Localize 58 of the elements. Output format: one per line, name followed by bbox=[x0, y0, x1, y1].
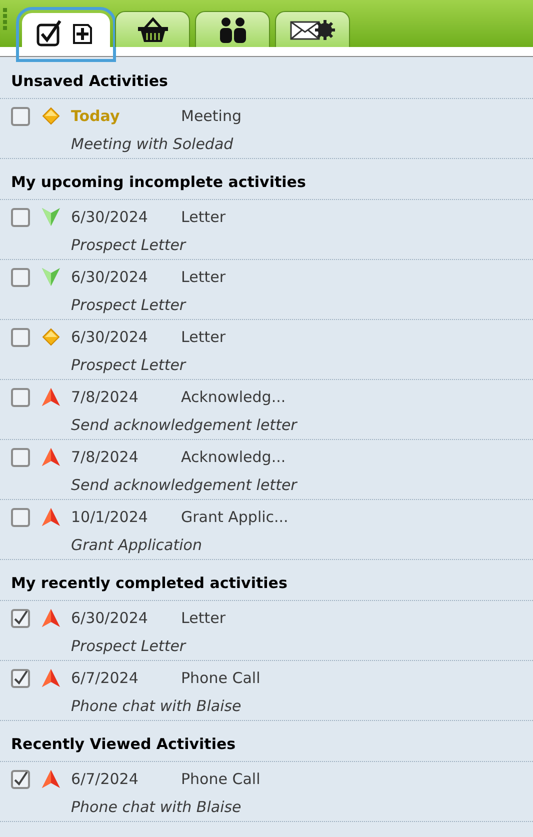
date-text: 10/1/2024 bbox=[71, 506, 149, 528]
activity-type: Letter bbox=[181, 206, 226, 228]
activity-subject: Grant Application bbox=[71, 536, 202, 554]
up-arrow-icon bbox=[40, 608, 60, 628]
activity-subject: Send acknowledgement letter bbox=[71, 476, 297, 494]
checkbox[interactable] bbox=[11, 328, 30, 346]
date-text: 6/30/2024 bbox=[71, 266, 149, 288]
up-arrow-icon bbox=[40, 668, 60, 688]
checkbox[interactable] bbox=[11, 668, 30, 688]
activity-type: Meeting bbox=[181, 106, 242, 127]
activity-type: Letter bbox=[181, 608, 226, 629]
down-arrow-icon bbox=[40, 267, 60, 287]
activity-subject: Prospect Letter bbox=[71, 296, 186, 314]
activity-subject: Meeting with Soledad bbox=[71, 135, 234, 153]
date-text: 6/30/2024 bbox=[71, 326, 149, 348]
activity-subject: Prospect Letter bbox=[71, 236, 186, 254]
date-text: 7/8/2024 bbox=[71, 386, 140, 408]
checkbox[interactable] bbox=[11, 508, 30, 526]
date-text: 6/7/2024 bbox=[71, 768, 140, 790]
checkbox[interactable] bbox=[11, 448, 30, 466]
tab[interactable] bbox=[195, 11, 270, 47]
tab[interactable] bbox=[115, 11, 190, 47]
basket-icon bbox=[136, 16, 170, 44]
activity-type: Acknowledg... bbox=[181, 446, 286, 468]
up-arrow-icon bbox=[40, 447, 60, 467]
checkbox[interactable] bbox=[11, 770, 30, 788]
activity-type: Phone Call bbox=[181, 668, 260, 689]
activity-subject: Prospect Letter bbox=[71, 356, 186, 374]
checkbox[interactable] bbox=[11, 268, 30, 286]
activity-type: Grant Applic... bbox=[181, 506, 288, 528]
down-arrow-icon bbox=[40, 207, 60, 227]
checkbox[interactable] bbox=[11, 608, 30, 628]
activity-type: Letter bbox=[181, 266, 226, 288]
activity-subject: Phone chat with Blaise bbox=[71, 798, 242, 816]
checkbox[interactable] bbox=[11, 208, 30, 226]
up-arrow-icon bbox=[40, 387, 60, 407]
date-text: 6/30/2024 bbox=[71, 608, 149, 629]
date-text: 6/7/2024 bbox=[71, 668, 140, 689]
section-heading: My upcoming incomplete activities bbox=[0, 159, 533, 200]
activity-type: Phone Call bbox=[181, 768, 260, 790]
activity-type: Acknowledg... bbox=[181, 386, 286, 408]
activity-subject: Send acknowledgement letter bbox=[71, 416, 297, 434]
activity-subject: Prospect Letter bbox=[71, 637, 186, 655]
activity-subject: Phone chat with Blaise bbox=[71, 697, 242, 715]
date-text: 6/30/2024 bbox=[71, 206, 149, 228]
diamond-icon bbox=[42, 107, 60, 125]
checkbox[interactable] bbox=[11, 388, 30, 406]
date-text: 7/8/2024 bbox=[71, 446, 140, 468]
date-text: Today bbox=[71, 106, 121, 127]
checkbox[interactable] bbox=[11, 106, 30, 126]
diamond-icon bbox=[42, 328, 60, 346]
activity-type: Letter bbox=[181, 326, 226, 348]
section-heading: My recently completed activities bbox=[0, 560, 533, 601]
section-heading: Recently Viewed Activities bbox=[0, 721, 533, 762]
section-heading: Unsaved Activities bbox=[0, 57, 533, 99]
up-arrow-icon bbox=[40, 507, 60, 527]
tab[interactable] bbox=[275, 11, 350, 47]
up-arrow-icon bbox=[40, 769, 60, 789]
